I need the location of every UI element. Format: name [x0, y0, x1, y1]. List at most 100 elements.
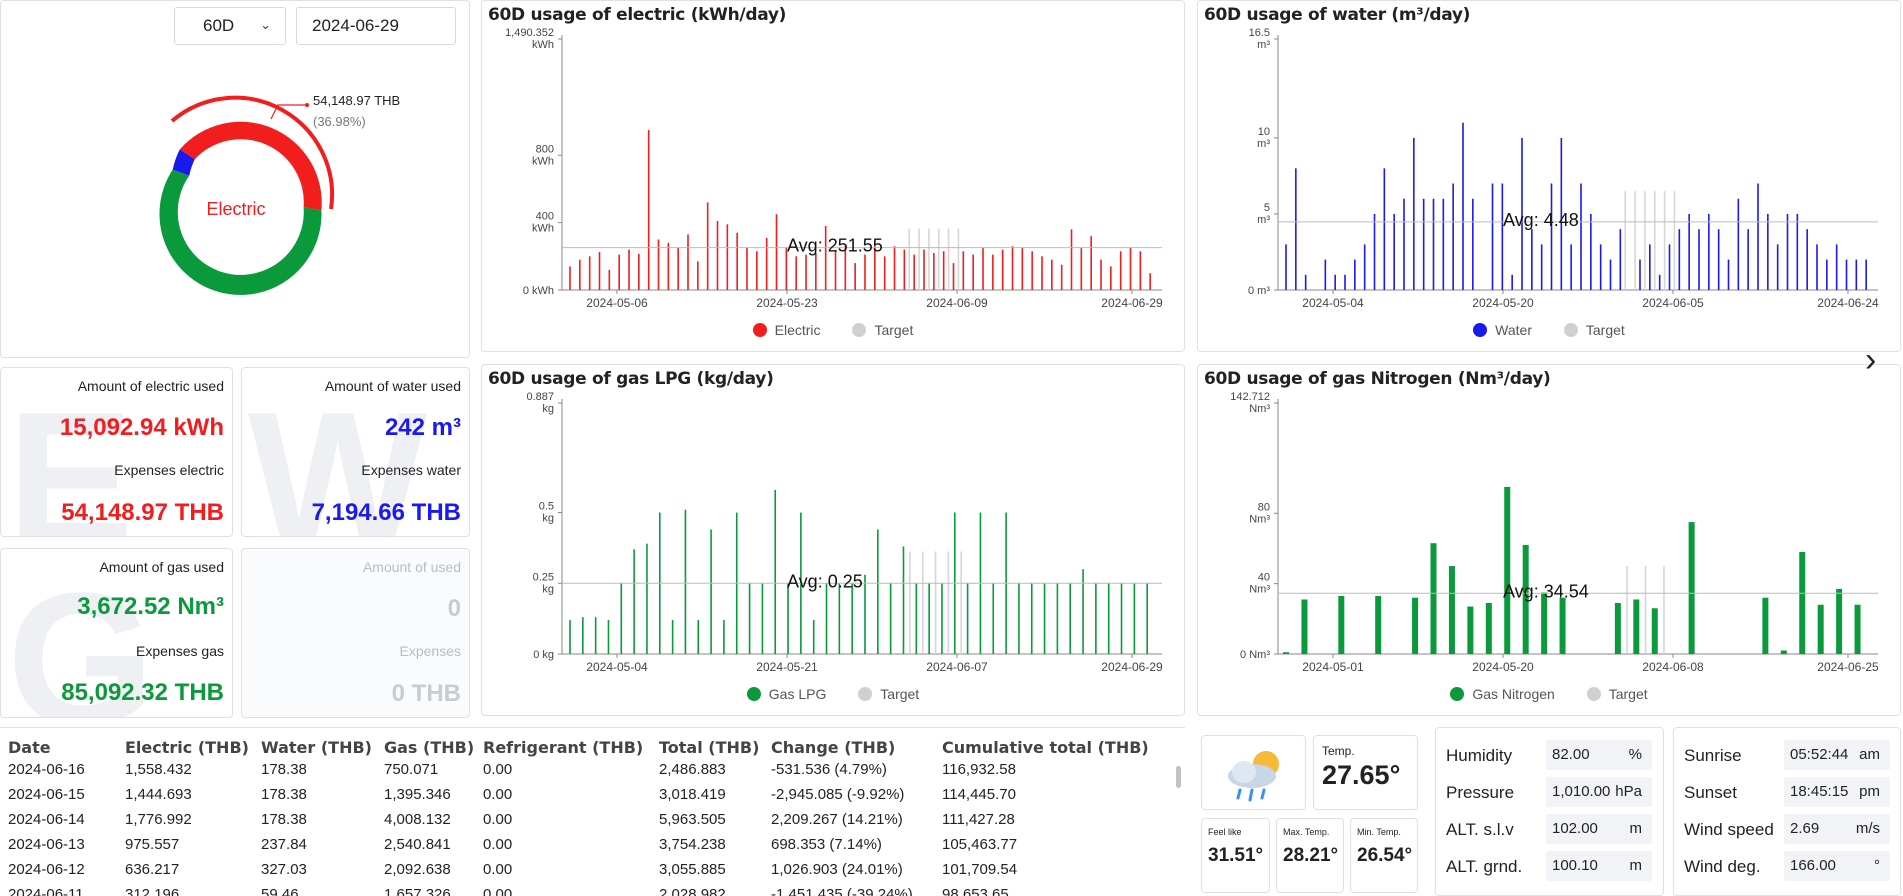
target-bar[interactable]	[1634, 191, 1636, 290]
target-bar[interactable]	[960, 551, 962, 654]
target-bar[interactable]	[928, 228, 930, 290]
data-bar[interactable]	[1531, 229, 1533, 290]
data-bar[interactable]	[697, 261, 699, 290]
data-bar[interactable]	[1609, 259, 1612, 290]
data-bar[interactable]	[1120, 583, 1123, 654]
data-bar[interactable]	[765, 237, 768, 290]
data-bar[interactable]	[1011, 246, 1014, 290]
legend-item-series[interactable]: Gas LPG	[746, 686, 826, 702]
data-bar[interactable]	[893, 246, 896, 290]
data-bar[interactable]	[1762, 597, 1769, 654]
data-bar[interactable]	[864, 574, 866, 654]
data-bar[interactable]	[618, 254, 620, 290]
data-bar[interactable]	[1363, 244, 1366, 290]
data-bar[interactable]	[1472, 198, 1474, 290]
table-scrollbar[interactable]	[1176, 766, 1181, 788]
data-bar[interactable]	[1806, 229, 1808, 290]
data-bar[interactable]	[1149, 273, 1151, 290]
data-bar[interactable]	[1375, 595, 1382, 654]
data-bar[interactable]	[1619, 229, 1622, 290]
data-bar[interactable]	[1816, 244, 1818, 290]
data-bar[interactable]	[1334, 274, 1336, 290]
data-bar[interactable]	[607, 620, 610, 654]
data-bar[interactable]	[687, 234, 689, 290]
data-bar[interactable]	[1354, 259, 1356, 290]
data-bar[interactable]	[1799, 551, 1806, 654]
target-bar[interactable]	[918, 228, 920, 290]
data-bar[interactable]	[628, 249, 630, 290]
data-bar[interactable]	[774, 489, 777, 654]
data-bar[interactable]	[942, 251, 945, 290]
data-bar[interactable]	[1467, 606, 1474, 654]
data-bar[interactable]	[1403, 198, 1405, 290]
next-arrow-icon[interactable]: ›	[1865, 343, 1876, 377]
data-bar[interactable]	[805, 254, 807, 290]
table-row[interactable]: 2024-06-12 636.217 327.03 2,092.638 0.00 3,05…	[8, 857, 1162, 882]
data-bar[interactable]	[1107, 583, 1110, 654]
data-bar[interactable]	[726, 224, 729, 290]
table-row[interactable]: 2024-06-15 1,444.693 178.38 1,395.346 0.00 3,…	[8, 782, 1162, 807]
data-bar[interactable]	[620, 583, 623, 654]
data-bar[interactable]	[889, 583, 892, 654]
data-bar[interactable]	[1344, 274, 1346, 290]
data-bar[interactable]	[1139, 251, 1142, 290]
data-bar[interactable]	[1133, 583, 1136, 654]
data-bar[interactable]	[1393, 213, 1395, 290]
data-bar[interactable]	[1373, 213, 1376, 290]
data-bar[interactable]	[1865, 259, 1867, 290]
data-bar[interactable]	[736, 232, 738, 290]
data-bar[interactable]	[723, 620, 725, 654]
data-bar[interactable]	[1570, 244, 1572, 290]
data-bar[interactable]	[582, 617, 584, 654]
data-bar[interactable]	[588, 256, 591, 290]
data-bar[interactable]	[1747, 229, 1749, 290]
data-bar[interactable]	[864, 254, 866, 290]
data-bar[interactable]	[933, 252, 935, 290]
data-bar[interactable]	[1043, 583, 1046, 654]
legend-item-series[interactable]: Water	[1473, 322, 1532, 338]
data-bar[interactable]	[1559, 597, 1566, 654]
data-bar[interactable]	[1668, 244, 1671, 290]
data-bar[interactable]	[1324, 259, 1327, 290]
data-bar[interactable]	[812, 620, 815, 654]
data-bar[interactable]	[1796, 213, 1799, 290]
data-bar[interactable]	[1485, 602, 1492, 654]
data-bar[interactable]	[851, 583, 853, 654]
data-bar[interactable]	[923, 249, 925, 290]
data-bar[interactable]	[594, 617, 597, 654]
data-bar[interactable]	[1432, 198, 1435, 290]
data-bar[interactable]	[1504, 486, 1511, 654]
data-bar[interactable]	[992, 583, 995, 654]
data-bar[interactable]	[1412, 597, 1419, 654]
data-bar[interactable]	[1448, 566, 1455, 654]
data-bar[interactable]	[1649, 244, 1651, 290]
data-bar[interactable]	[1110, 266, 1112, 290]
data-bar[interactable]	[1550, 183, 1553, 290]
target-bar[interactable]	[937, 228, 940, 290]
data-bar[interactable]	[1069, 583, 1072, 654]
data-bar[interactable]	[1614, 602, 1621, 654]
data-bar[interactable]	[1031, 251, 1033, 290]
target-bar[interactable]	[1624, 191, 1627, 290]
data-bar[interactable]	[1462, 122, 1464, 291]
data-bar[interactable]	[902, 546, 905, 654]
data-bar[interactable]	[684, 509, 687, 654]
data-bar[interactable]	[677, 247, 679, 290]
data-bar[interactable]	[697, 620, 700, 654]
water-bar-chart[interactable]: 0 m³5m³10m³16.5m³Avg: 4.482024-05-04 2024…	[1198, 1, 1901, 311]
target-bar[interactable]	[1644, 565, 1647, 654]
target-bar[interactable]	[947, 551, 950, 654]
data-bar[interactable]	[633, 549, 635, 654]
data-bar[interactable]	[1776, 244, 1779, 290]
data-bar[interactable]	[992, 254, 994, 290]
data-bar[interactable]	[1658, 274, 1661, 290]
data-bar[interactable]	[1070, 229, 1073, 290]
column-header[interactable]: Total (THB)	[659, 738, 771, 757]
data-bar[interactable]	[1413, 137, 1415, 290]
column-header[interactable]: Water (THB)	[261, 738, 384, 757]
data-bar[interactable]	[1422, 198, 1425, 290]
data-bar[interactable]	[1698, 229, 1700, 290]
legend-item-target[interactable]: Target	[1586, 686, 1648, 702]
data-bar[interactable]	[1651, 608, 1658, 654]
data-bar[interactable]	[1511, 274, 1513, 290]
